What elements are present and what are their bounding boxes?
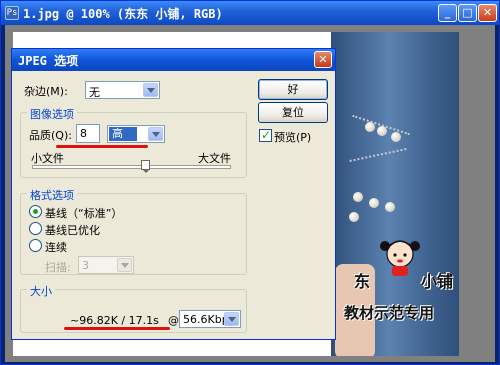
photo-pearl [369, 198, 379, 208]
scans-value: 3 [82, 259, 89, 272]
baseline-optimized-label: 基线已优化 [45, 224, 100, 237]
baseline-standard-radio[interactable] [29, 205, 42, 218]
size-estimate: ~96.82K / 17.1s [70, 314, 159, 327]
preview-label: 预览(P) [274, 131, 312, 144]
ok-button[interactable]: 好 [258, 79, 328, 100]
jpeg-options-dialog: JPEG 选项 ✕ 杂边(M): 无 好 复位 预览(P) 图像选项 品质(Q)… [11, 48, 336, 340]
mascot-logo [380, 240, 420, 276]
quality-preset-value: 高 [109, 127, 137, 141]
photo-pearl [349, 212, 359, 222]
scans-label: 扫描: [45, 261, 71, 274]
format-options-legend: 格式选项 [27, 187, 77, 203]
quality-preset-select[interactable]: 高 [107, 125, 165, 143]
dialog-title-bar[interactable]: JPEG 选项 ✕ [12, 49, 335, 71]
minimize-button[interactable]: _ [438, 4, 457, 22]
dialog-title: JPEG 选项 [18, 54, 79, 68]
matte-label: 杂边(M): [24, 85, 68, 98]
close-button[interactable]: ✕ [478, 4, 497, 22]
photoshop-doc-icon: Ps [5, 6, 19, 20]
photo-pearl [385, 202, 395, 212]
size-at-sign: @ [168, 314, 179, 327]
red-annotation-line [56, 145, 148, 148]
image-options-legend: 图像选项 [27, 106, 77, 122]
photo-pearl [353, 192, 363, 202]
chevron-down-icon[interactable] [224, 312, 239, 326]
matte-select[interactable]: 无 [85, 81, 160, 99]
quality-slider-thumb[interactable] [140, 160, 150, 173]
preview-checkbox[interactable] [259, 128, 272, 142]
maximize-button[interactable]: □ [458, 4, 477, 22]
progressive-label: 连续 [45, 241, 67, 254]
progressive-radio[interactable] [29, 239, 42, 252]
chevron-down-icon[interactable] [117, 258, 132, 272]
chevron-down-icon[interactable] [143, 83, 158, 97]
reset-button[interactable]: 复位 [258, 102, 328, 123]
document-title-bar[interactable]: Ps 1.jpg @ 100% (东东 小铺, RGB) _ □ ✕ [1, 1, 499, 25]
photo-pearl [365, 122, 375, 132]
photo-pearl [377, 126, 387, 136]
document-title: 1.jpg @ 100% (东东 小铺, RGB) [23, 7, 223, 21]
quality-slider-track[interactable] [32, 165, 231, 169]
watermark-char-left: 东 [354, 272, 371, 291]
photo-pearl [391, 132, 401, 142]
watermark-subtitle: 教材示范专用 [344, 304, 435, 322]
baseline-optimized-radio[interactable] [29, 222, 42, 235]
quality-input[interactable]: 8 [76, 124, 100, 143]
small-file-label: 小文件 [31, 152, 64, 165]
watermark-text-right: 小铺 [421, 272, 454, 291]
dialog-close-button[interactable]: ✕ [314, 51, 332, 68]
chevron-down-icon[interactable] [148, 127, 163, 141]
size-legend: 大小 [27, 283, 55, 299]
baseline-standard-label: 基线（“标准”） [45, 207, 123, 220]
large-file-label: 大文件 [198, 152, 231, 165]
red-annotation-line [64, 327, 170, 330]
quality-label: 品质(Q): [29, 129, 72, 142]
matte-value: 无 [89, 86, 100, 99]
connection-speed-select[interactable]: 56.6Kbps [179, 310, 241, 328]
scans-select[interactable]: 3 [78, 256, 134, 274]
